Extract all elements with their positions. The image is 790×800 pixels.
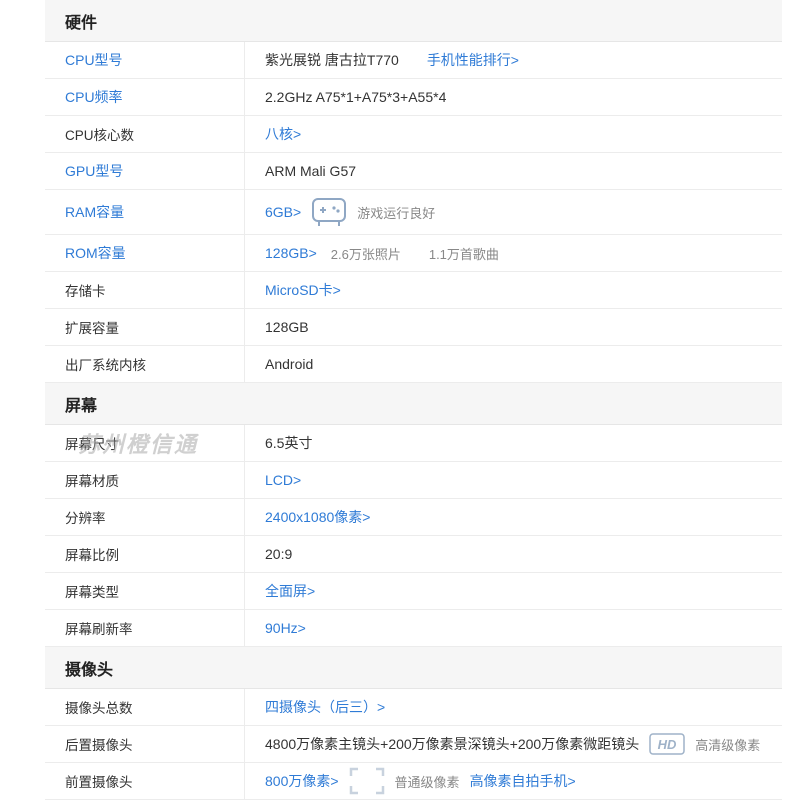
spec-row-os: 出厂系统内核 Android [45,346,782,383]
spec-label: 分辨率 [45,499,245,535]
spec-value: 4800万像素主镜头+200万像素景深镜头+200万像素微距镜头 [265,736,640,752]
spec-row-gpu: GPU型号 ARM Mali G57 [45,153,782,190]
spec-row-screen-material: 屏幕材质 LCD> [45,462,782,499]
performance-rank-link[interactable]: 手机性能排行> [427,50,519,70]
spec-row-cpu-freq: CPU频率 2.2GHz A75*1+A75*3+A55*4 [45,79,782,116]
hd-icon: HD [649,733,685,755]
spec-value: 128GB [265,319,309,335]
spec-value-link[interactable]: 八核> [265,124,301,144]
spec-row-ratio: 屏幕比例 20:9 [45,536,782,573]
svg-text:HD: HD [658,737,677,752]
spec-label: 扩展容量 [45,309,245,345]
spec-label[interactable]: CPU频率 [45,79,245,115]
spec-row-screen-type: 屏幕类型 全面屏> [45,573,782,610]
ram-note: 游戏运行良好 [357,205,436,221]
spec-value: 紫光展锐 唐古拉T770 [265,52,399,68]
spec-label[interactable]: CPU型号 [45,42,245,78]
section-title: 摄像头 [65,661,114,679]
section-title: 屏幕 [65,397,98,415]
spec-label: 摄像头总数 [45,689,245,725]
spec-value-link[interactable]: 800万像素> [265,771,339,791]
front-camera-note: 普通级像素 [394,774,460,790]
spec-label: 后置摄像头 [45,726,245,762]
spec-table: 硬件 CPU型号 紫光展锐 唐古拉T770 手机性能排行> CPU频率 2.2G… [45,0,782,800]
spec-value-link[interactable]: 6GB> [265,204,301,220]
photo-count: 2.6万张照片 [330,246,401,262]
spec-label[interactable]: ROM容量 [45,235,245,271]
section-camera-header: 摄像头 [45,647,782,689]
section-title: 硬件 [65,14,98,32]
spec-value-link[interactable]: 128GB> [265,245,317,261]
spec-row-rear-camera: 后置摄像头 4800万像素主镜头+200万像素景深镜头+200万像素微距镜头 H… [45,726,782,763]
spec-label: CPU核心数 [45,116,245,152]
selfie-phone-link[interactable]: 高像素自拍手机> [470,771,576,791]
spec-row-rom: ROM容量 128GB> 2.6万张照片 1.1万首歌曲 [45,235,782,272]
spec-label: 屏幕材质 [45,462,245,498]
spec-label[interactable]: GPU型号 [45,153,245,189]
spec-row-front-camera: 前置摄像头 800万像素> 普通级像素 高像素自拍手机> [45,763,782,800]
spec-value: ARM Mali G57 [265,163,357,179]
spec-label: 前置摄像头 [45,763,245,799]
spec-label[interactable]: RAM容量 [45,190,245,234]
spec-value-link[interactable]: MicroSD卡> [265,280,341,300]
spec-value: 6.5英寸 [265,435,313,451]
spec-label: 屏幕刷新率 [45,610,245,646]
spec-row-refresh: 屏幕刷新率 90Hz> [45,610,782,647]
spec-value-link[interactable]: 全面屏> [265,581,315,601]
spec-row-cpu-cores: CPU核心数 八核> [45,116,782,153]
spec-label: 存储卡 [45,272,245,308]
spec-row-cpu-model: CPU型号 紫光展锐 唐古拉T770 手机性能排行> [45,42,782,79]
rear-camera-note: 高清级像素 [695,737,761,753]
spec-row-camera-total: 摄像头总数 四摄像头（后三）> [45,689,782,726]
spec-row-resolution: 分辨率 2400x1080像素> [45,499,782,536]
frame-icon [349,767,385,795]
section-hardware-header: 硬件 [45,0,782,42]
spec-value-link[interactable]: 四摄像头（后三）> [265,697,385,717]
spec-value: 20:9 [265,546,293,562]
spec-label: 屏幕类型 [45,573,245,609]
spec-row-expand: 扩展容量 128GB [45,309,782,346]
spec-row-card: 存储卡 MicroSD卡> [45,272,782,309]
gamepad-icon [311,196,347,228]
spec-row-ram: RAM容量 6GB> 游戏运行良好 [45,190,782,235]
spec-row-screen-size: 屏幕尺寸 6.5英寸 [45,425,782,462]
spec-label: 出厂系统内核 [45,346,245,382]
spec-value-link[interactable]: 2400x1080像素> [265,507,370,527]
spec-value-link[interactable]: 90Hz> [265,620,306,636]
spec-value: 2.2GHz A75*1+A75*3+A55*4 [265,89,447,105]
section-screen-header: 屏幕 [45,383,782,425]
spec-label: 屏幕比例 [45,536,245,572]
spec-label: 屏幕尺寸 [45,425,245,461]
spec-value-link[interactable]: LCD> [265,472,301,488]
spec-value: Android [265,356,314,372]
song-count: 1.1万首歌曲 [428,246,499,262]
